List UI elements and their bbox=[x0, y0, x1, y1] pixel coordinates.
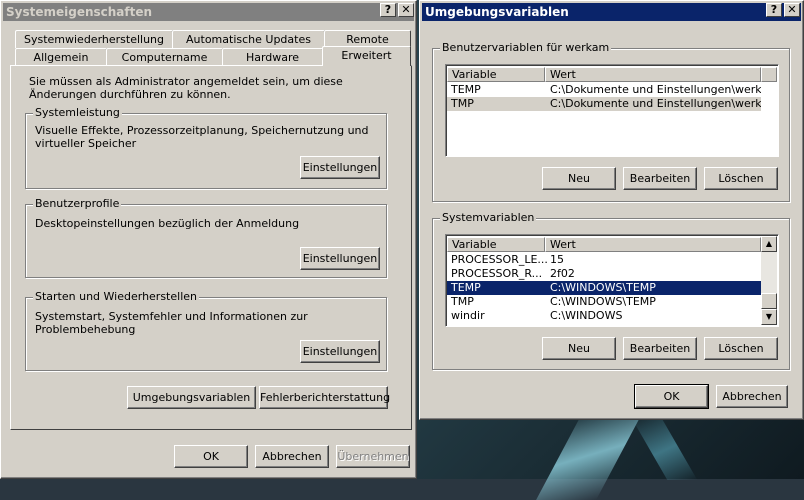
ok-button[interactable]: OK bbox=[634, 384, 709, 409]
startup-settings-button[interactable]: Einstellungen bbox=[300, 340, 380, 363]
group-label: Starten und Wiederherstellen bbox=[33, 290, 199, 304]
tab-systemwiederherstellung[interactable]: Systemwiederherstellung bbox=[15, 30, 173, 48]
variable-name: PROCESSOR_LE... bbox=[451, 253, 548, 266]
window-title: Umgebungsvariablen bbox=[425, 5, 569, 19]
system-edit-button[interactable]: Bearbeiten bbox=[623, 337, 697, 360]
group-label: Benutzerprofile bbox=[33, 197, 122, 211]
system-new-button[interactable]: Neu bbox=[542, 337, 616, 360]
environment-variables-window: Umgebungsvariablen ? ✕ Benutzervariablen… bbox=[419, 0, 804, 420]
ok-button[interactable]: OK bbox=[174, 445, 248, 468]
group-benutzerprofile: Benutzerprofile Desktopeinstellungen bez… bbox=[25, 197, 387, 278]
variable-name: TEMP bbox=[451, 281, 481, 294]
list-item[interactable]: PROCESSOR_LE... 15 bbox=[447, 253, 761, 267]
list-item[interactable]: TMP C:\Dokumente und Einstellungen\werka… bbox=[447, 97, 761, 111]
variable-value: 2f02 bbox=[550, 267, 575, 280]
scrollbar-thumb[interactable] bbox=[761, 293, 777, 309]
tab-label: Automatische Updates bbox=[186, 33, 311, 46]
variable-value: C:\WINDOWS\TEMP bbox=[550, 295, 656, 308]
group-starten-wiederherstellen: Starten und Wiederherstellen Systemstart… bbox=[25, 290, 387, 371]
tab-allgemein[interactable]: Allgemein bbox=[15, 48, 107, 66]
variable-value: 15 bbox=[550, 253, 564, 266]
tab-label: Remote bbox=[346, 33, 389, 46]
profile-settings-button[interactable]: Einstellungen bbox=[300, 247, 380, 270]
tab-hardware[interactable]: Hardware bbox=[222, 48, 323, 66]
group-label: Systemvariablen bbox=[440, 211, 537, 225]
user-delete-button[interactable]: Löschen bbox=[704, 167, 778, 190]
tab-label: Erweitert bbox=[341, 49, 392, 62]
system-variables-list[interactable]: Variable Wert PROCESSOR_LE... 15 PROCESS… bbox=[445, 234, 779, 327]
variable-value: C:\WINDOWS bbox=[550, 309, 623, 322]
close-button[interactable]: ✕ bbox=[784, 3, 800, 17]
column-header-variable[interactable]: Variable bbox=[447, 237, 545, 252]
variable-value: C:\Dokumente und Einstellungen\werka... bbox=[550, 97, 761, 110]
variable-name: TMP bbox=[451, 97, 474, 110]
tab-automatische-updates[interactable]: Automatische Updates bbox=[172, 30, 325, 48]
tab-label: Hardware bbox=[245, 51, 300, 64]
variable-name: TMP bbox=[451, 295, 474, 308]
group-system-variables: Systemvariablen Variable Wert PROCESSOR_… bbox=[432, 211, 790, 370]
tab-label: Computername bbox=[121, 51, 208, 64]
cancel-button[interactable]: Abbrechen bbox=[255, 445, 329, 468]
list-item[interactable]: TEMP C:\WINDOWS\TEMP bbox=[447, 281, 761, 295]
list-item[interactable]: PROCESSOR_R... 2f02 bbox=[447, 267, 761, 281]
error-reporting-button[interactable]: Fehlerberichterstattung bbox=[259, 386, 390, 409]
performance-settings-button[interactable]: Einstellungen bbox=[300, 156, 380, 179]
column-header-filler bbox=[761, 67, 777, 82]
admin-note: Sie müssen als Administrator angemeldet … bbox=[29, 75, 343, 101]
tab-erweitert[interactable]: Erweitert bbox=[322, 46, 411, 66]
group-label: Benutzervariablen für werkam bbox=[440, 41, 612, 55]
group-systemleistung: Systemleistung Visuelle Effekte, Prozess… bbox=[25, 106, 387, 189]
tab-computername[interactable]: Computername bbox=[106, 48, 223, 66]
column-header-variable[interactable]: Variable bbox=[447, 67, 545, 82]
variable-value: C:\Dokumente und Einstellungen\werka... bbox=[550, 83, 761, 96]
environment-variables-button[interactable]: Umgebungsvariablen bbox=[127, 386, 256, 409]
scroll-up-button[interactable]: ▲ bbox=[761, 236, 777, 252]
scroll-down-button[interactable]: ▼ bbox=[761, 309, 777, 325]
list-item[interactable]: TMP C:\WINDOWS\TEMP bbox=[447, 295, 761, 309]
system-properties-window: Systemeigenschaften ? ✕ Systemwiederhers… bbox=[0, 0, 417, 479]
list-item[interactable]: TEMP C:\Dokumente und Einstellungen\werk… bbox=[447, 83, 761, 97]
group-description: Desktopeinstellungen bezüglich der Anmel… bbox=[35, 217, 300, 230]
tab-label: Allgemein bbox=[33, 51, 89, 64]
system-delete-button[interactable]: Löschen bbox=[704, 337, 778, 360]
user-variables-list[interactable]: Variable Wert TEMP C:\Dokumente und Eins… bbox=[445, 64, 779, 157]
tab-label: Systemwiederherstellung bbox=[23, 33, 165, 46]
group-description: Systemstart, Systemfehler und Informatio… bbox=[35, 310, 308, 336]
list-item[interactable]: windir C:\WINDOWS bbox=[447, 309, 761, 323]
wallpaper-streak bbox=[536, 410, 644, 500]
column-header-wert[interactable]: Wert bbox=[545, 67, 761, 82]
variable-name: TEMP bbox=[451, 83, 481, 96]
help-button[interactable]: ? bbox=[766, 3, 782, 17]
group-label: Systemleistung bbox=[33, 106, 122, 120]
user-edit-button[interactable]: Bearbeiten bbox=[623, 167, 697, 190]
column-header-wert[interactable]: Wert bbox=[545, 237, 761, 252]
variable-name: windir bbox=[451, 309, 485, 322]
cancel-button[interactable]: Abbrechen bbox=[716, 385, 788, 408]
user-new-button[interactable]: Neu bbox=[542, 167, 616, 190]
vertical-scrollbar[interactable]: ▲ ▼ bbox=[761, 236, 777, 325]
group-user-variables: Benutzervariablen für werkam Variable We… bbox=[432, 41, 790, 202]
title-bar: Systemeigenschaften bbox=[3, 3, 414, 21]
variable-name: PROCESSOR_R... bbox=[451, 267, 543, 280]
group-description: Visuelle Effekte, Prozessorzeitplanung, … bbox=[35, 124, 369, 150]
title-bar: Umgebungsvariablen bbox=[422, 3, 801, 21]
window-title: Systemeigenschaften bbox=[6, 5, 153, 19]
wallpaper-streak bbox=[632, 420, 698, 480]
variable-value: C:\WINDOWS\TEMP bbox=[550, 281, 656, 294]
apply-button[interactable]: Übernehmen bbox=[336, 445, 410, 468]
help-button[interactable]: ? bbox=[380, 3, 396, 17]
close-button[interactable]: ✕ bbox=[398, 3, 414, 17]
